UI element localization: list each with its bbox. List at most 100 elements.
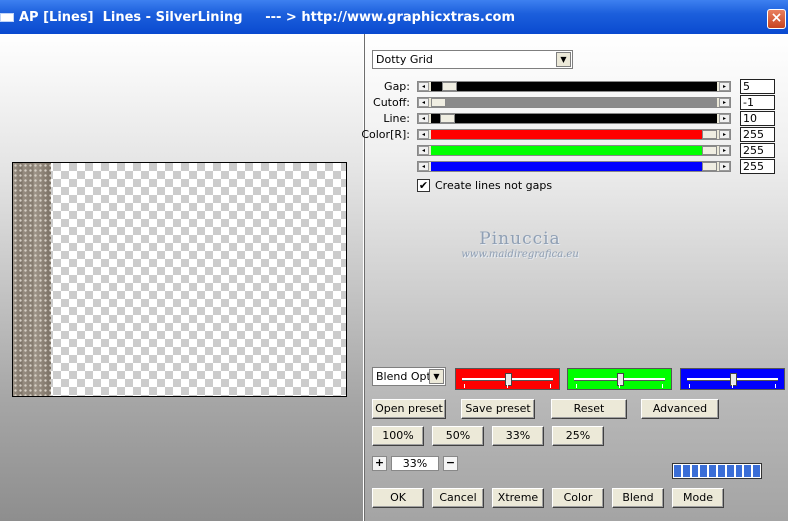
slider[interactable]: ◂ ▸ (417, 161, 731, 172)
progress-segment (753, 465, 760, 477)
title-bar: AP [Lines] Lines - SilverLining --- > ht… (0, 0, 788, 34)
blend-tick (619, 384, 620, 388)
slider-right-arrow-icon[interactable]: ▸ (719, 162, 730, 171)
preset-dropdown-value: Dotty Grid (376, 53, 433, 66)
window-title: AP [Lines] Lines - SilverLining --- > ht… (19, 10, 516, 25)
slider-left-arrow-icon[interactable]: ◂ (418, 162, 429, 171)
zoom-in-button[interactable]: + (372, 456, 387, 471)
slider-track[interactable] (431, 114, 717, 123)
slider-right-arrow-icon[interactable]: ▸ (719, 82, 730, 91)
blend-tick (662, 384, 663, 388)
blend-button[interactable]: Blend (612, 488, 664, 508)
slider[interactable]: ◂ ▸ (417, 113, 731, 124)
advanced-button[interactable]: Advanced (641, 399, 719, 419)
ok-button[interactable]: OK (372, 488, 424, 508)
slider[interactable]: ◂ ▸ (417, 129, 731, 140)
slider-left-arrow-icon[interactable]: ◂ (418, 146, 429, 155)
progress-segment (682, 465, 690, 477)
slider-value-field[interactable]: 10 (740, 111, 775, 126)
watermark-name: Pinuccia (479, 229, 561, 249)
progress-segment (691, 465, 699, 477)
watermark-url: www.maidiregrafica.eu (461, 249, 579, 260)
blend-tick (732, 384, 733, 388)
slider-thumb[interactable] (442, 82, 457, 91)
slider-value-field[interactable]: 255 (740, 159, 775, 174)
mode-button[interactable]: Mode (672, 488, 724, 508)
blend-tick (550, 384, 551, 388)
window-icon[interactable] (0, 13, 14, 22)
zoom-out-button[interactable]: − (443, 456, 458, 471)
slider-thumb[interactable] (440, 114, 455, 123)
cancel-button[interactable]: Cancel (432, 488, 484, 508)
blue-blend-slider[interactable] (680, 368, 785, 390)
progress-segment (726, 465, 734, 477)
slider-track[interactable] (431, 130, 717, 139)
red-blend-slider[interactable] (455, 368, 560, 390)
slider-left-arrow-icon[interactable]: ◂ (418, 130, 429, 139)
color-button[interactable]: Color (552, 488, 604, 508)
slider-track[interactable] (431, 162, 717, 171)
save-preset-button[interactable]: Save preset (461, 399, 535, 419)
zoom-33-button[interactable]: 33% (492, 426, 544, 446)
progress-segment (735, 465, 743, 477)
progress-segment (717, 465, 725, 477)
progress-segment (744, 465, 752, 477)
slider-left-arrow-icon[interactable]: ◂ (418, 114, 429, 123)
slider[interactable]: ◂ ▸ (417, 145, 731, 156)
reset-button[interactable]: Reset (551, 399, 627, 419)
slider-left-arrow-icon[interactable]: ◂ (418, 98, 429, 107)
blend-tick (507, 384, 508, 388)
blend-tick (689, 384, 690, 388)
slider-thumb[interactable] (431, 98, 446, 107)
chevron-down-icon[interactable]: ▼ (556, 52, 571, 67)
slider-value-field[interactable]: 255 (740, 143, 775, 158)
green-blend-slider[interactable] (567, 368, 672, 390)
blend-tick (576, 384, 577, 388)
slider-thumb[interactable] (702, 130, 717, 139)
zoom-control: + 33% − (372, 456, 458, 471)
blend-tick (775, 384, 776, 388)
slider-value-field[interactable]: 5 (740, 79, 775, 94)
slider[interactable]: ◂ ▸ (417, 81, 731, 92)
slider-label: Cutoff: (373, 96, 410, 109)
slider-left-arrow-icon[interactable]: ◂ (418, 82, 429, 91)
slider-value-field[interactable]: 255 (740, 127, 775, 142)
slider-right-arrow-icon[interactable]: ▸ (719, 114, 730, 123)
zoom-100-button[interactable]: 100% (372, 426, 424, 446)
zoom-25-button[interactable]: 25% (552, 426, 604, 446)
chevron-down-icon[interactable]: ▼ (429, 369, 444, 384)
slider-track[interactable] (431, 146, 717, 155)
open-preset-button[interactable]: Open preset (372, 399, 446, 419)
progress-segment (709, 465, 716, 477)
progress-segment (700, 465, 708, 477)
slider-right-arrow-icon[interactable]: ▸ (719, 146, 730, 155)
blend-options-value: Blend Options (376, 370, 432, 383)
create-lines-label: Create lines not gaps (435, 179, 553, 192)
slider-thumb[interactable] (702, 146, 717, 155)
slider-right-arrow-icon[interactable]: ▸ (719, 130, 730, 139)
slider[interactable]: ◂ ▸ (417, 97, 731, 108)
zoom-50-button[interactable]: 50% (432, 426, 484, 446)
slider-track[interactable] (431, 98, 717, 107)
slider-label: Line: (383, 112, 410, 125)
blend-options-dropdown[interactable]: Blend Options ▼ (372, 367, 446, 386)
progress-segment (674, 465, 681, 477)
lines-pattern-strip (13, 163, 51, 396)
controls-panel: Dotty Grid ▼ Gap: ◂ ▸ 5 Cutoff: ◂ ▸ -1 Line: ◂ ▸ 10… (361, 34, 788, 521)
preset-dropdown[interactable]: Dotty Grid ▼ (372, 50, 573, 69)
slider-thumb[interactable] (702, 162, 717, 171)
checkmark-icon: ✔ (418, 179, 429, 192)
slider-value-field[interactable]: -1 (740, 95, 775, 110)
slider-right-arrow-icon[interactable]: ▸ (719, 98, 730, 107)
close-button[interactable]: × (767, 9, 786, 29)
slider-track[interactable] (431, 82, 717, 91)
xtreme-button[interactable]: Xtreme (492, 488, 544, 508)
slider-label: Gap: (384, 80, 410, 93)
watermark: Pinuccia www.maidiregrafica.eu (435, 229, 605, 260)
preview-canvas[interactable] (12, 162, 347, 397)
create-lines-checkbox[interactable]: ✔ (417, 179, 430, 192)
slider-label: Color[R]: (361, 128, 410, 141)
preview-panel (0, 34, 363, 521)
zoom-value: 33% (391, 456, 439, 471)
blend-tick (464, 384, 465, 388)
